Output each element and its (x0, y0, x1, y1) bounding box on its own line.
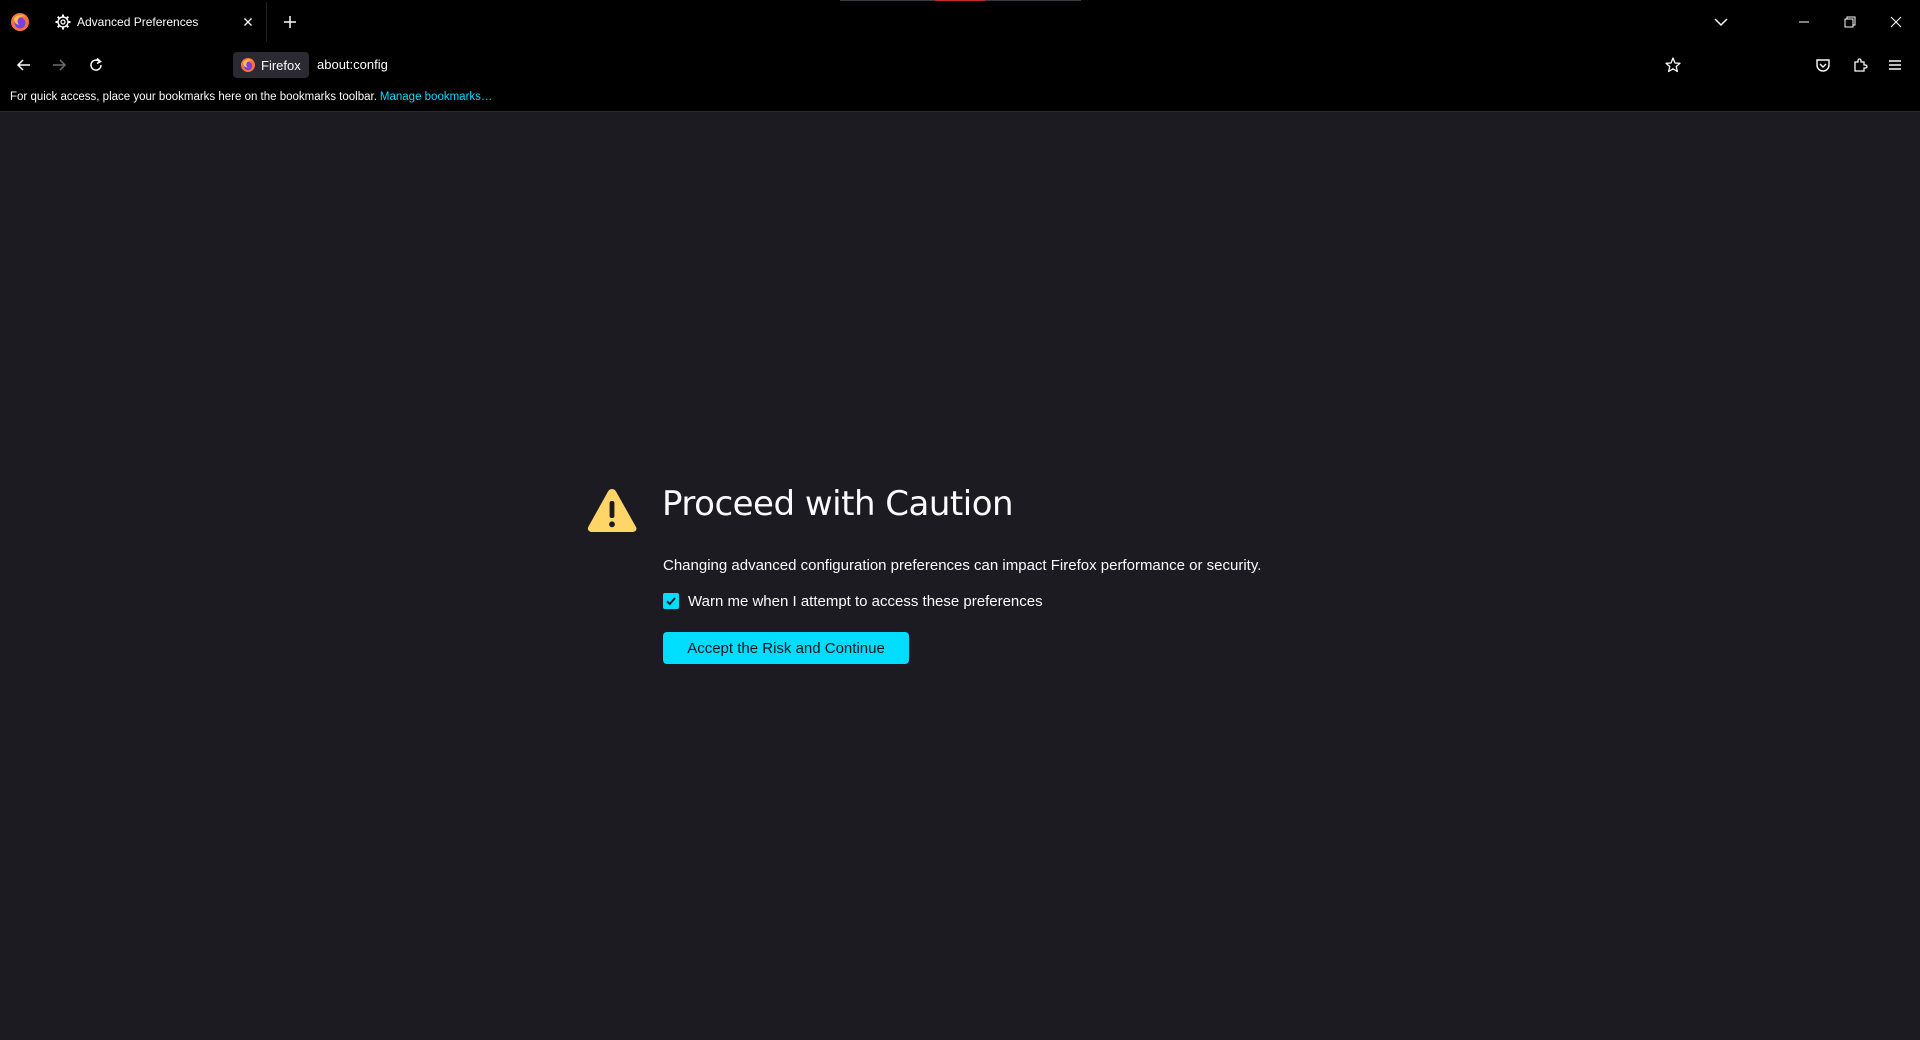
warn-checkbox[interactable] (663, 593, 679, 609)
tab-advanced-preferences[interactable]: Advanced Preferences (41, 2, 267, 42)
new-tab-plus-icon[interactable] (281, 13, 299, 31)
accept-risk-button[interactable]: Accept the Risk and Continue (663, 632, 909, 664)
bookmarks-notice-text: For quick access, place your bookmarks h… (10, 91, 377, 103)
chevron-down-icon[interactable] (1712, 14, 1730, 30)
navigation-toolbar: Firefox about:config (0, 44, 1920, 84)
minimize-window-icon[interactable] (1796, 14, 1812, 30)
tab-title: Advanced Preferences (77, 15, 199, 29)
close-window-icon[interactable] (1888, 14, 1904, 30)
identity-label: Firefox (261, 57, 301, 73)
warn-checkbox-label[interactable]: Warn me when I attempt to access these p… (688, 593, 1043, 610)
warning-icon (587, 489, 637, 532)
forward-arrow-icon[interactable] (50, 56, 68, 74)
url-bar[interactable]: Firefox about:config (228, 47, 1678, 81)
page-content: Proceed with Caution Changing advanced c… (0, 113, 1920, 1040)
extensions-puzzle-icon[interactable] (1851, 56, 1869, 74)
warn-preference-row[interactable]: Warn me when I attempt to access these p… (663, 591, 1043, 611)
hamburger-menu-icon[interactable] (1886, 56, 1904, 74)
bookmarks-toolbar: For quick access, place your bookmarks h… (0, 84, 1920, 112)
restore-window-icon[interactable] (1842, 14, 1858, 30)
back-arrow-icon[interactable] (15, 56, 33, 74)
firefox-logo-icon (241, 58, 255, 72)
page-title: Proceed with Caution (662, 484, 1014, 524)
bookmark-star-icon[interactable] (1664, 56, 1682, 74)
checkmark-icon (666, 597, 676, 606)
tab-strip: Advanced Preferences (0, 0, 1920, 44)
url-text[interactable]: about:config (317, 57, 388, 72)
tab-strip-drag-area (840, 0, 1081, 1)
bookmarks-toolbar-notice: For quick access, place your bookmarks h… (10, 91, 492, 103)
close-tab-icon[interactable] (240, 14, 256, 30)
pocket-icon[interactable] (1814, 56, 1832, 74)
gear-icon (55, 14, 71, 30)
firefox-logo-icon[interactable] (10, 12, 30, 32)
warning-description: Changing advanced configuration preferen… (663, 557, 1262, 574)
manage-bookmarks-link[interactable]: Manage bookmarks… (380, 91, 493, 103)
reload-icon[interactable] (87, 56, 105, 74)
identity-box[interactable]: Firefox (233, 52, 309, 78)
